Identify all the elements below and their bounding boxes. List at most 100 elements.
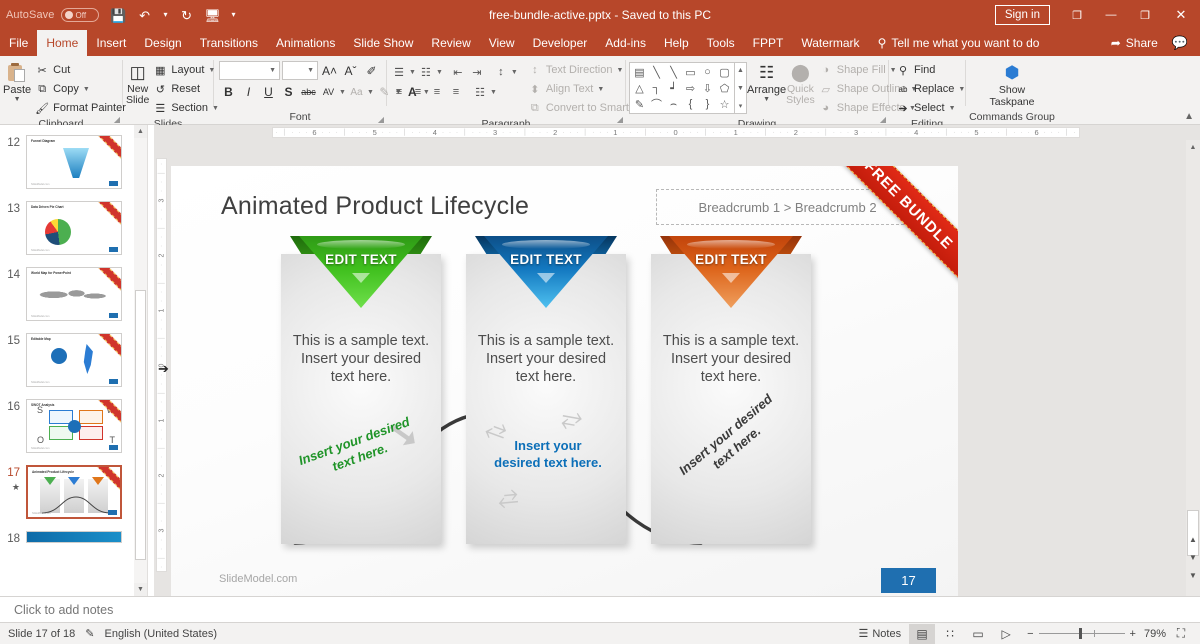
previous-slide-icon[interactable]: ▲: [1186, 535, 1200, 544]
text-shadow-button[interactable]: S: [279, 83, 298, 101]
spellcheck-icon[interactable]: ✎: [85, 627, 94, 640]
line-spacing-dropdown-icon[interactable]: ▼: [511, 69, 518, 76]
tab-help[interactable]: Help: [655, 30, 698, 56]
paste-button[interactable]: Paste ▼: [3, 60, 31, 103]
tab-add-ins[interactable]: Add-ins: [596, 30, 655, 56]
card-triangle-header[interactable]: EDIT TEXT: [484, 236, 608, 308]
character-spacing-dropdown-icon[interactable]: ▼: [339, 89, 346, 96]
tell-me-search[interactable]: ⚲ Tell me what you want to do: [869, 30, 1049, 56]
thumbnail-item-14[interactable]: 14 World Map for PowerPoint SlideModel.c…: [0, 261, 147, 327]
scroll-thumb[interactable]: [1187, 510, 1199, 556]
zoom-slider[interactable]: − +: [1027, 628, 1136, 640]
lifecycle-card[interactable]: EDIT TEXT This is a sample text. Insert …: [466, 254, 626, 544]
card-body-text[interactable]: This is a sample text. Insert your desir…: [289, 332, 433, 386]
horizontal-ruler[interactable]: ·│···6···│···5···│···4···│···3···│···2··…: [154, 125, 1200, 140]
font-name-input[interactable]: ▼: [219, 61, 280, 80]
shape-item[interactable]: ┙: [665, 80, 682, 96]
tab-view[interactable]: View: [480, 30, 524, 56]
italic-button[interactable]: I: [239, 83, 258, 101]
shape-item[interactable]: ○: [699, 64, 716, 80]
new-slide-button[interactable]: ◫ New Slide: [126, 60, 149, 106]
line-spacing-button[interactable]: ↕: [492, 63, 510, 81]
thumbnail-preview[interactable]: [26, 531, 122, 543]
next-slide-icon[interactable]: ▼: [1186, 553, 1200, 562]
thumbnail-scroll-down-icon[interactable]: ▼: [134, 583, 147, 596]
tab-tools[interactable]: Tools: [698, 30, 744, 56]
thumbnail-item-12[interactable]: 12 Funnel Diagram SlideModel.com: [0, 129, 147, 195]
strikethrough-button[interactable]: abc: [299, 83, 318, 101]
bullets-button[interactable]: ☰: [390, 63, 408, 81]
underline-button[interactable]: U: [259, 83, 278, 101]
undo-icon[interactable]: ↶: [133, 3, 157, 27]
shapes-scroll-down-icon[interactable]: ▼: [735, 81, 746, 96]
copy-button[interactable]: ⧉ Copy ▼: [31, 80, 130, 98]
font-name-dropdown-icon[interactable]: ▼: [269, 67, 276, 74]
close-icon[interactable]: ✕: [1162, 0, 1200, 30]
thumbnail-item-13[interactable]: 13 Data Driven Pie Chart SlideModel.com: [0, 195, 147, 261]
tab-review[interactable]: Review: [422, 30, 479, 56]
shape-item[interactable]: {: [682, 96, 699, 112]
tab-fppt[interactable]: FPPT: [744, 30, 793, 56]
columns-dropdown-icon[interactable]: ▼: [490, 89, 497, 96]
change-case-dropdown-icon[interactable]: ▼: [367, 89, 374, 96]
zoom-level-label[interactable]: 79%: [1144, 628, 1166, 640]
shapes-scroll-up-icon[interactable]: ▲: [735, 63, 746, 78]
thumbnail-scrollbar[interactable]: ▲ ▼: [134, 125, 147, 596]
align-text-dropdown-icon[interactable]: ▼: [597, 86, 604, 93]
redo-icon[interactable]: ↻: [175, 3, 199, 27]
tab-watermark[interactable]: Watermark: [792, 30, 868, 56]
shape-item[interactable]: △: [631, 80, 648, 96]
tab-developer[interactable]: Developer: [524, 30, 597, 56]
scroll-down-icon[interactable]: ▼: [1186, 571, 1200, 580]
start-slideshow-icon[interactable]: 🖥: [201, 3, 225, 27]
thumbnail-preview[interactable]: Data Driven Pie Chart SlideModel.com: [26, 201, 122, 255]
shape-item[interactable]: ⌒: [648, 96, 665, 112]
minimize-icon[interactable]: —: [1094, 0, 1128, 30]
paste-dropdown-icon[interactable]: ▼: [14, 96, 21, 103]
show-taskpane-button[interactable]: ⬢ Show Taskpane: [981, 60, 1043, 108]
quick-styles-button[interactable]: ⬤ Quick Styles: [786, 60, 815, 106]
slide-sorter-button[interactable]: ∷: [937, 624, 963, 644]
select-button[interactable]: ➔ Select ▼: [892, 99, 969, 117]
tab-file[interactable]: File: [0, 30, 37, 56]
zoom-handle[interactable]: [1079, 628, 1082, 639]
font-dialog-launcher-icon[interactable]: ◢: [378, 115, 384, 124]
lifecycle-card[interactable]: EDIT TEXT This is a sample text. Insert …: [281, 254, 441, 544]
zoom-in-button[interactable]: +: [1130, 628, 1136, 640]
vertical-ruler[interactable]: ·│··3··│··2··│··1··│··0··│··1··│··2··│··…: [154, 140, 169, 596]
zoom-track[interactable]: [1039, 633, 1125, 634]
shapes-gallery-scrollbar[interactable]: ▲ ▼ ▾: [735, 62, 747, 114]
undo-dropdown-icon[interactable]: ▾: [159, 3, 173, 27]
card-note-text[interactable]: Insert your desired text here.: [490, 437, 606, 471]
thumbnail-preview[interactable]: Funnel Diagram SlideModel.com: [26, 135, 122, 189]
thumbnail-item-18[interactable]: 18: [0, 525, 147, 551]
thumbnail-preview[interactable]: Editable Map SlideModel.com: [26, 333, 122, 387]
thumbnail-item-15[interactable]: 15 Editable Map SlideModel.com: [0, 327, 147, 393]
thumbnail-preview[interactable]: SWOT Analysis S W O T SlideModel.com: [26, 399, 122, 453]
reading-view-button[interactable]: ▭: [965, 624, 991, 644]
tab-animations[interactable]: Animations: [267, 30, 344, 56]
thumbnail-item-17[interactable]: 17 ★ Animated Product Lifecycle: [0, 459, 147, 525]
share-button[interactable]: ➦ Share: [1105, 36, 1164, 50]
shape-item[interactable]: ⬠: [716, 80, 733, 96]
card-body-text[interactable]: This is a sample text. Insert your desir…: [659, 332, 803, 386]
slide-title[interactable]: Animated Product Lifecycle: [221, 192, 529, 221]
replace-button[interactable]: ab Replace ▼: [892, 80, 969, 98]
tab-transitions[interactable]: Transitions: [191, 30, 267, 56]
card-triangle-header[interactable]: EDIT TEXT: [669, 236, 793, 308]
tab-home[interactable]: Home: [37, 30, 87, 56]
slide-thumbnail-pane[interactable]: 11 Tree Diagram SlideModel.com 12 Funnel…: [0, 125, 148, 596]
find-button[interactable]: ⚲ Find: [892, 61, 969, 79]
columns-button[interactable]: ☷: [471, 83, 489, 101]
section-button[interactable]: ☰ Section ▼: [149, 99, 223, 117]
arrange-button[interactable]: ☷ Arrange ▼: [747, 60, 786, 103]
comments-icon[interactable]: 💬: [1166, 35, 1194, 51]
tab-design[interactable]: Design: [135, 30, 190, 56]
font-size-dropdown-icon[interactable]: ▼: [307, 67, 314, 74]
character-spacing-button[interactable]: AV: [319, 83, 338, 101]
shape-item[interactable]: ┐: [648, 80, 665, 96]
increase-font-size-button[interactable]: A˄: [320, 62, 339, 80]
clipboard-dialog-launcher-icon[interactable]: ◢: [114, 115, 120, 124]
customize-qat-icon[interactable]: ▾: [227, 3, 241, 27]
canvas-vertical-scrollbar[interactable]: ▲ ▲ ▼ ▼: [1186, 140, 1200, 596]
